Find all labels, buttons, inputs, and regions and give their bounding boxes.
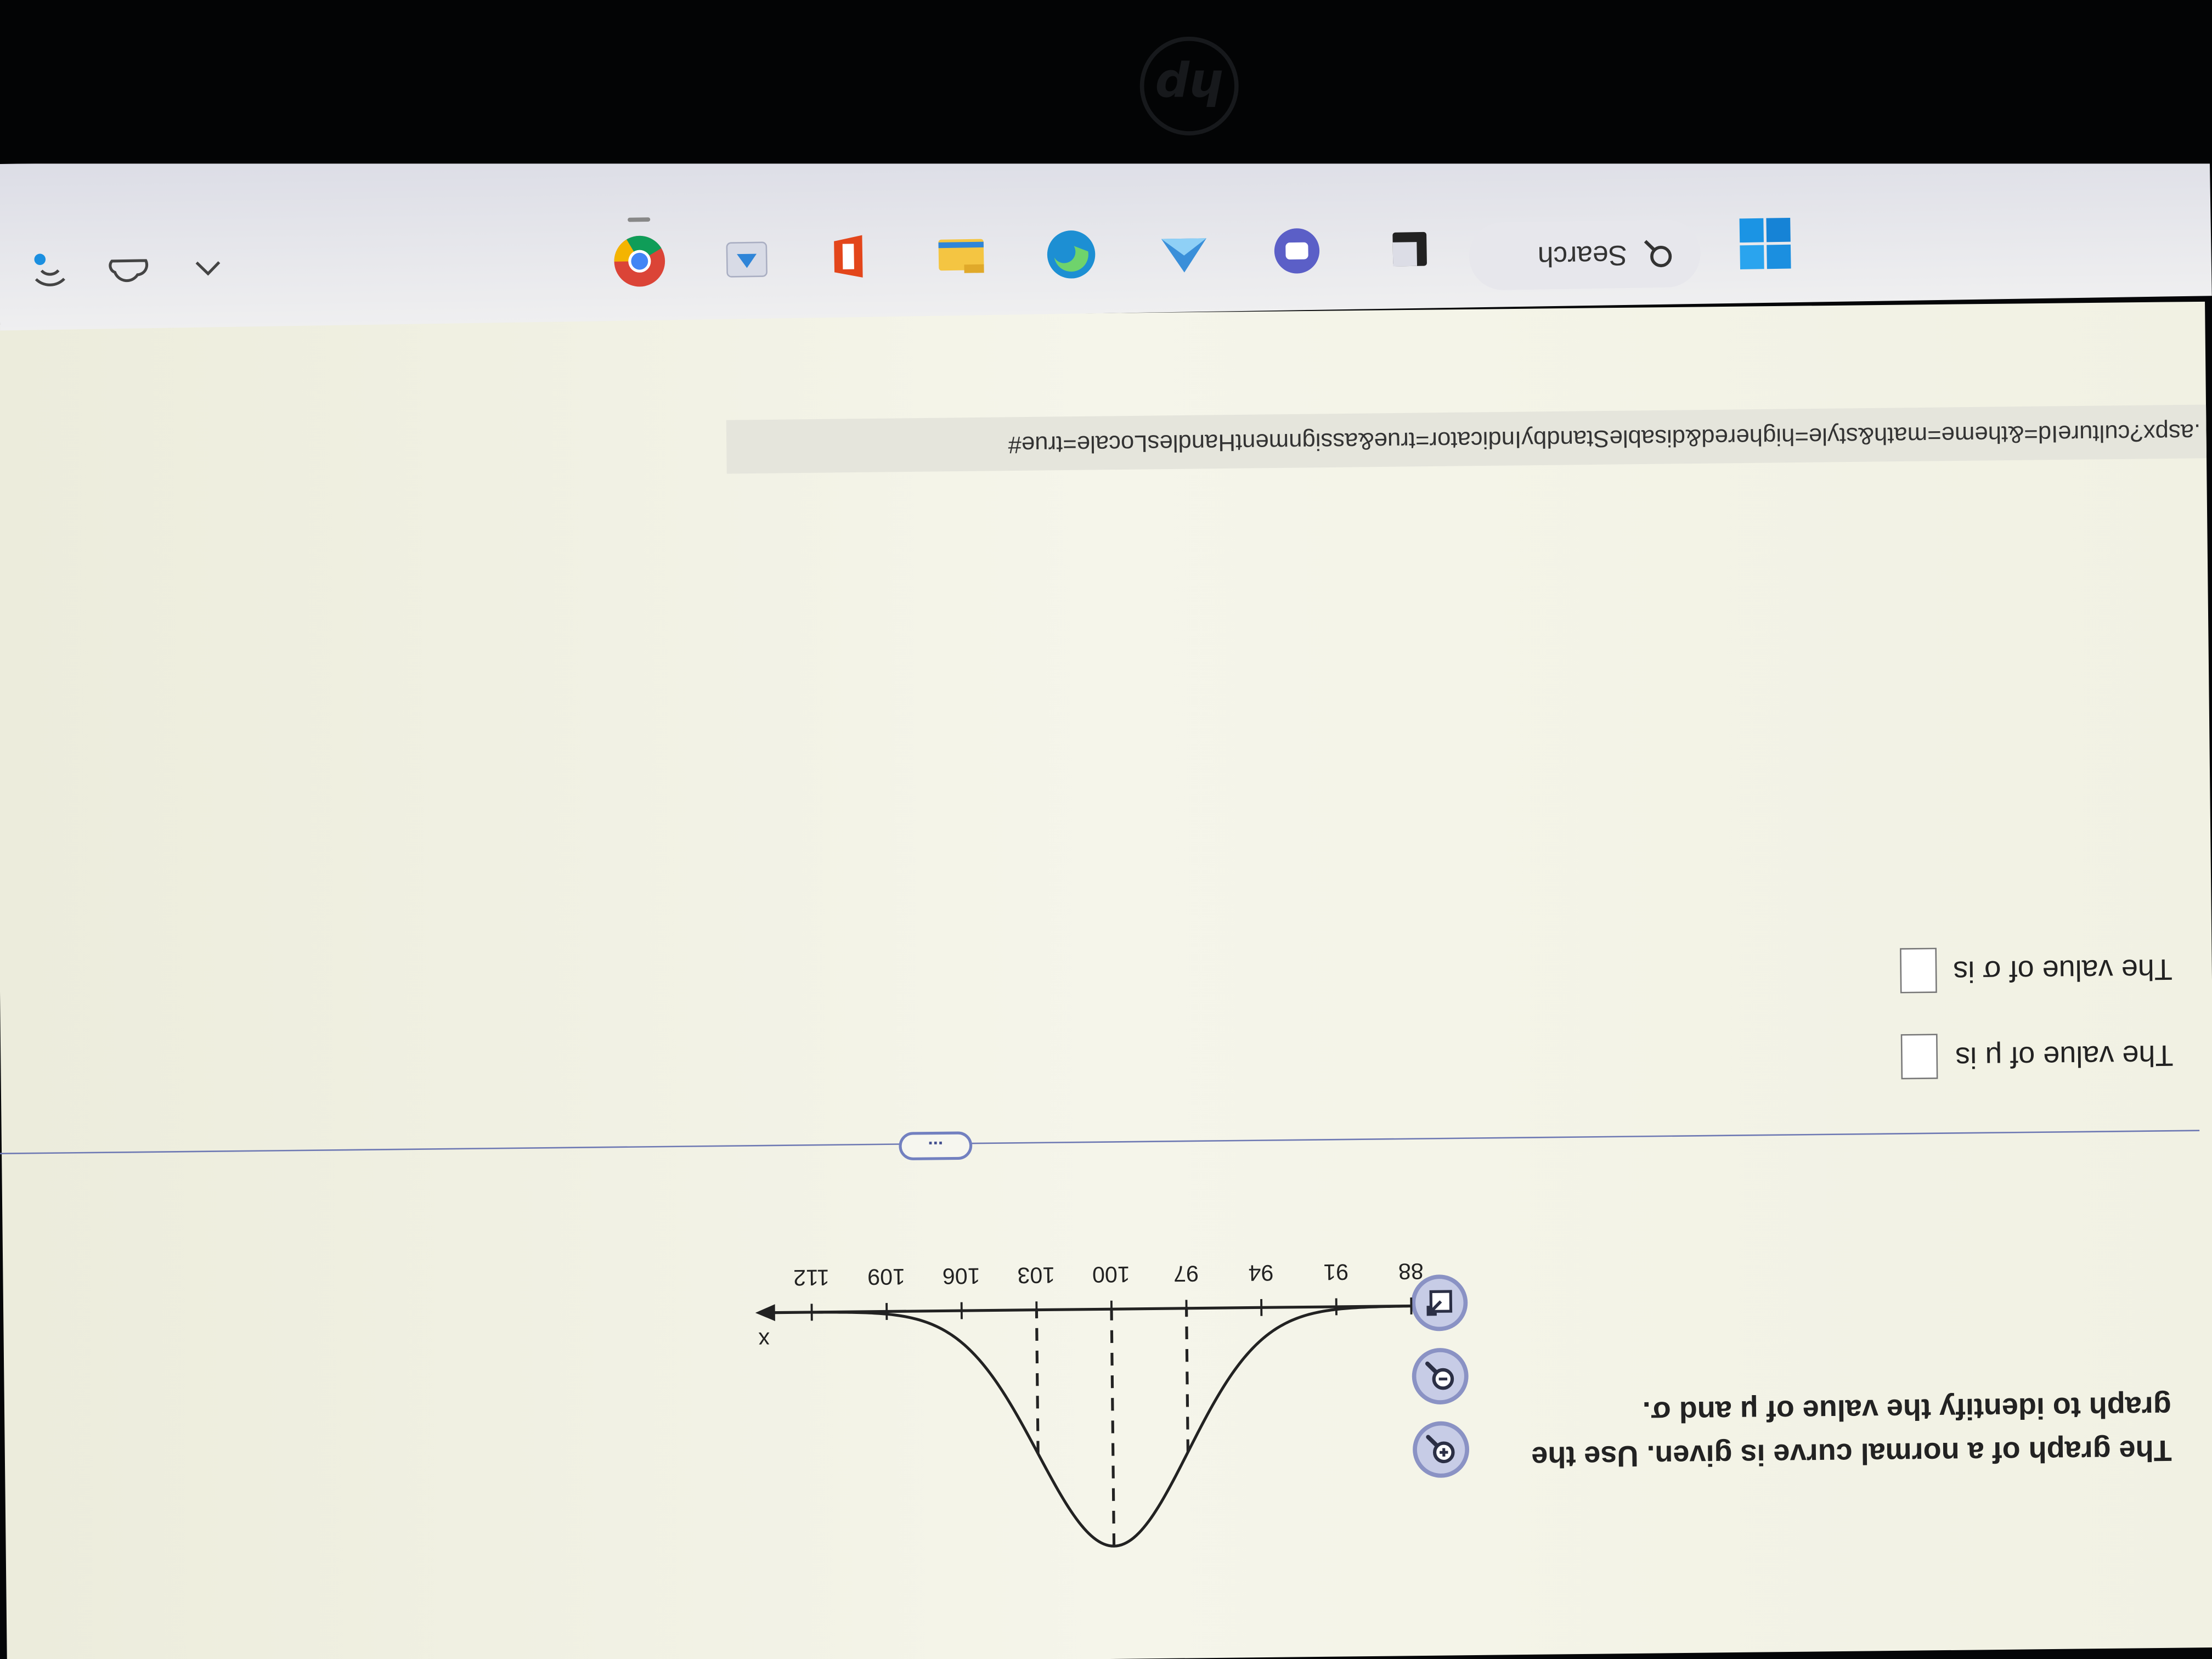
web-content: The graph of a normal curve is given. Us… [0, 301, 2212, 1659]
expand-handle[interactable]: ... [899, 1131, 973, 1161]
dashed-line-97 [1185, 1308, 1189, 1452]
photo-frame: The graph of a normal curve is given. Us… [0, 0, 2212, 1659]
x-axis-arrow [755, 1304, 775, 1322]
x-axis-label: x [758, 1328, 770, 1353]
dashed-lines [1035, 1308, 1189, 1547]
sigma-answer-row: The value of σ is [1899, 945, 2173, 994]
windows-start-icon[interactable] [1736, 215, 1793, 272]
laptop-screen: The graph of a normal curve is given. Us… [0, 0, 2212, 1659]
section-divider [0, 1130, 2200, 1155]
chrome-icon[interactable] [611, 217, 668, 290]
search-label: Search [1537, 239, 1628, 272]
store-icon[interactable] [718, 231, 775, 288]
mu-label: The value of μ is [1955, 1038, 2174, 1074]
tick-label-112: 112 [793, 1265, 830, 1290]
search-icon [1644, 240, 1672, 268]
mu-answer-input[interactable] [1901, 1034, 1939, 1080]
status-url-bar: .aspx?cultureId=&theme=math&style=higher… [726, 404, 2207, 474]
file-explorer-icon[interactable] [933, 228, 990, 285]
onedrive-icon[interactable] [100, 241, 157, 298]
task-view-icon[interactable] [1381, 221, 1438, 278]
edge-icon[interactable] [1042, 226, 1099, 283]
tick-label-94: 94 [1248, 1260, 1273, 1285]
laptop-bezel: hp [0, 0, 2212, 164]
sigma-label: The value of σ is [1953, 952, 2173, 988]
tick-label-109: 109 [867, 1264, 905, 1290]
sigma-answer-input[interactable] [1899, 947, 1937, 994]
dashed-line-100 [1110, 1309, 1116, 1547]
tick-label-88: 88 [1398, 1259, 1424, 1284]
tick-label-91: 91 [1323, 1260, 1348, 1285]
dashed-line-103 [1035, 1310, 1040, 1454]
network-icon[interactable] [21, 242, 78, 299]
chevron-up-icon[interactable] [179, 239, 236, 296]
teams-icon[interactable] [1268, 222, 1325, 279]
mu-answer-row: The value of μ is [1901, 1031, 2174, 1080]
question-text: The graph of a normal curve is given. Us… [1531, 1390, 2172, 1473]
taskbar-search-box[interactable]: Search [1468, 219, 1701, 291]
tick-label-106: 106 [943, 1263, 980, 1289]
hp-logo: hp [1139, 36, 1239, 136]
tick-label-103: 103 [1017, 1262, 1055, 1288]
normal-curve-graph: x 88 91 94 97 100 103 106 109 112 [755, 1259, 1424, 1548]
office-icon[interactable] [820, 229, 877, 286]
widgets-icon[interactable] [1155, 224, 1212, 281]
tick-label-97: 97 [1173, 1261, 1199, 1286]
tick-label-100: 100 [1092, 1262, 1130, 1288]
